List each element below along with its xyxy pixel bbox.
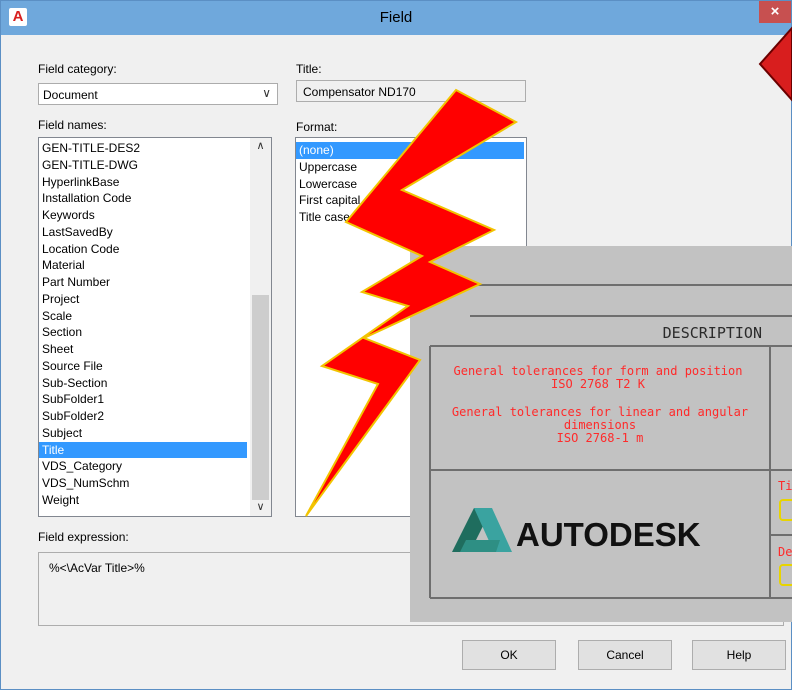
field-name-item[interactable]: Sub-Section	[39, 375, 247, 392]
field-name-item[interactable]: Scale	[39, 308, 247, 325]
field-names-label: Field names:	[38, 118, 107, 132]
field-name-item[interactable]: Source File	[39, 358, 247, 375]
field-name-item[interactable]: LastSavedBy	[39, 224, 247, 241]
format-item[interactable]: First capital	[296, 192, 524, 209]
field-category-dropdown[interactable]: Document ∨	[38, 83, 278, 105]
field-name-item[interactable]: Sheet	[39, 341, 247, 358]
field-name-item[interactable]: Material	[39, 257, 247, 274]
field-names-scrollbar[interactable]: ∧ ∨	[250, 138, 271, 516]
field-expression-label: Field expression:	[38, 530, 129, 544]
field-expression-box[interactable]: %<\AcVar Title>%	[38, 552, 784, 626]
window-title: Field	[379, 9, 413, 26]
field-name-item[interactable]: Keywords	[39, 207, 247, 224]
scroll-up-icon[interactable]: ∧	[250, 138, 271, 155]
field-name-item[interactable]: Weight	[39, 492, 247, 509]
title-bar[interactable]: A Field ×	[1, 1, 791, 35]
field-name-item[interactable]: GEN-TITLE-DWG	[39, 157, 247, 174]
field-name-item[interactable]: Section	[39, 324, 247, 341]
format-items: (none) Uppercase Lowercase First capital Tit…	[296, 142, 524, 226]
field-names-items: GEN-TITLE-DES2 GEN-TITLE-DWG HyperlinkBase…	[39, 140, 247, 509]
title-value: Compensator ND170	[303, 85, 416, 99]
close-button[interactable]: ×	[759, 1, 791, 23]
field-name-item[interactable]: Project	[39, 291, 247, 308]
format-list[interactable]: (none) Uppercase Lowercase First capital Tit…	[295, 137, 527, 517]
field-name-item[interactable]: Location Code	[39, 241, 247, 258]
title-label: Title:	[296, 62, 322, 76]
field-name-item[interactable]: VDS_NumSchm	[39, 475, 247, 492]
field-name-item[interactable]: Title	[39, 441, 247, 459]
field-name-item[interactable]: VDS_Category	[39, 458, 247, 475]
format-item[interactable]: Lowercase	[296, 176, 524, 193]
field-names-list[interactable]: GEN-TITLE-DES2 GEN-TITLE-DWG HyperlinkBase…	[38, 137, 272, 517]
help-button[interactable]: Help	[692, 640, 786, 670]
field-name-item[interactable]: HyperlinkBase	[39, 174, 247, 191]
format-label: Format:	[296, 120, 338, 134]
field-category-value: Document	[43, 88, 98, 102]
field-name-item[interactable]: Installation Code	[39, 190, 247, 207]
field-name-item[interactable]: SubFolder1	[39, 391, 247, 408]
cancel-button[interactable]: Cancel	[578, 640, 672, 670]
field-category-label: Field category:	[38, 62, 117, 76]
scrollbar-thumb[interactable]	[252, 295, 269, 500]
format-item[interactable]: Uppercase	[296, 159, 524, 176]
field-name-item[interactable]: Part Number	[39, 274, 247, 291]
format-item[interactable]: (none)	[296, 142, 524, 159]
scroll-down-icon[interactable]: ∨	[250, 499, 271, 516]
format-item[interactable]: Title case	[296, 209, 524, 226]
field-name-item[interactable]: SubFolder2	[39, 408, 247, 425]
field-expression-value: %<\AcVar Title>%	[49, 561, 145, 575]
title-value-field[interactable]: Compensator ND170	[296, 80, 526, 102]
field-name-item[interactable]: Subject	[39, 425, 247, 442]
chevron-down-icon: ∨	[262, 86, 271, 100]
ok-button[interactable]: OK	[462, 640, 556, 670]
field-name-item[interactable]: GEN-TITLE-DES2	[39, 140, 247, 157]
